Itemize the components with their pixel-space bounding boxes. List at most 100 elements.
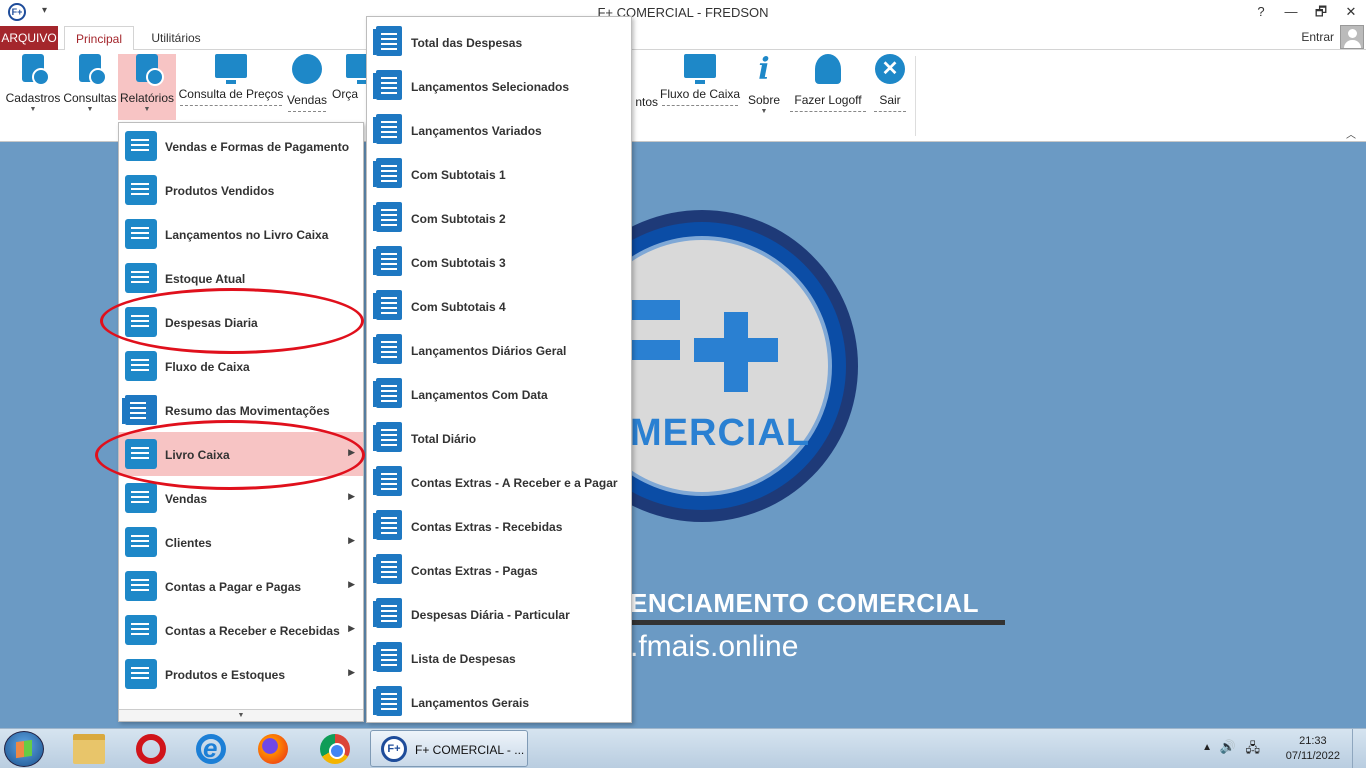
separator-dash xyxy=(288,111,326,112)
menu-item-label: Lançamentos no Livro Caixa xyxy=(165,228,329,242)
fazer-logoff-button[interactable]: Fazer Logoff xyxy=(788,54,868,120)
network-icon[interactable]: 🖧 xyxy=(1246,739,1261,761)
orcamentos-button[interactable]: Orça xyxy=(330,54,366,120)
submenu-item[interactable]: Total Diário xyxy=(367,415,631,459)
submenu-item[interactable]: Contas Extras - Pagas xyxy=(367,547,631,591)
submenu-item-label: Lançamentos Selecionados xyxy=(411,80,570,94)
submenu-item[interactable]: Com Subtotais 1 xyxy=(367,151,631,195)
tab-utilitarios[interactable]: Utilitários xyxy=(140,26,212,51)
menu-item-label: Vendas xyxy=(165,492,208,506)
vendas-button[interactable]: Vendas xyxy=(286,54,328,120)
close-circle-icon: ✕ xyxy=(875,54,905,84)
submenu-arrow-icon: ▶ xyxy=(348,623,355,633)
menu-item-vendas[interactable]: Vendas ▶ xyxy=(119,476,363,520)
cash-register-icon xyxy=(125,351,157,381)
submenu-item[interactable]: Lançamentos Variados xyxy=(367,107,631,151)
close-button[interactable]: ✕ xyxy=(1336,2,1366,22)
submenu-item[interactable]: Com Subtotais 3 xyxy=(367,239,631,283)
submenu-item[interactable]: Contas Extras - Recebidas xyxy=(367,503,631,547)
submenu-item[interactable]: Lançamentos Diários Geral xyxy=(367,327,631,371)
volume-icon[interactable]: 🔊 xyxy=(1220,739,1236,755)
submenu-item[interactable]: Despesas Diária - Particular xyxy=(367,591,631,635)
menu-item-vendas-formas-pagamento[interactable]: Vendas e Formas de Pagamento xyxy=(119,124,363,168)
submenu-item[interactable]: Lista de Despesas xyxy=(367,635,631,679)
submenu-item[interactable]: Contas Extras - A Receber e a Pagar xyxy=(367,459,631,503)
submenu-item-label: Total Diário xyxy=(411,432,477,446)
firefox-icon[interactable] xyxy=(258,734,288,764)
cash-register-icon xyxy=(684,54,716,84)
menu-item-produtos-vendidos[interactable]: Produtos Vendidos xyxy=(119,168,363,212)
taskbar-app-fcomercial[interactable]: F+ F+ COMERCIAL - ... xyxy=(370,730,528,767)
restore-button[interactable]: 🗗 xyxy=(1306,2,1336,22)
submenu-item[interactable]: Lançamentos Com Data xyxy=(367,371,631,415)
book-search-icon xyxy=(125,439,157,469)
entrar-link[interactable]: Entrar xyxy=(1301,30,1334,44)
cadastros-label: Cadastros xyxy=(5,91,61,105)
submenu-item[interactable]: Lançamentos Gerais xyxy=(367,679,631,723)
menu-item-contas-receber-recebidas[interactable]: Contas a Receber e Recebidas ▶ xyxy=(119,608,363,652)
file-explorer-icon[interactable] xyxy=(73,734,105,764)
submenu-item[interactable]: Total das Despesas xyxy=(367,19,631,63)
taskbar-app-label: F+ COMERCIAL - ... xyxy=(415,743,525,757)
opera-browser-icon[interactable] xyxy=(136,734,166,764)
menu-item-contas-pagar-pagas[interactable]: Contas a Pagar e Pagas ▶ xyxy=(119,564,363,608)
collapse-ribbon-icon[interactable]: ︿ xyxy=(1346,126,1356,141)
menu-item-livro-caixa[interactable]: Livro Caixa ▶ xyxy=(119,432,363,476)
system-clock[interactable]: 21:33 07/11/2022 xyxy=(1286,734,1340,764)
submenu-item-label: Contas Extras - Pagas xyxy=(411,564,538,578)
consultas-label: Consultas xyxy=(63,91,117,105)
submenu-item[interactable]: Com Subtotais 2 xyxy=(367,195,631,239)
separator-dash xyxy=(180,105,282,106)
tab-arquivo[interactable]: ARQUIVO xyxy=(0,26,58,50)
show-desktop-button[interactable] xyxy=(1352,729,1366,768)
internet-explorer-icon[interactable] xyxy=(196,733,226,764)
consultas-button[interactable]: Consultas ▼ xyxy=(62,54,118,120)
app-logo-icon: F+ xyxy=(381,736,407,762)
list-document-icon xyxy=(373,246,402,276)
submenu-item[interactable]: Lançamentos Selecionados xyxy=(367,63,631,107)
submenu-arrow-icon: ▶ xyxy=(348,491,355,501)
money-bill-icon xyxy=(125,571,157,601)
minimize-button[interactable]: — xyxy=(1276,2,1306,22)
submenu-item[interactable]: Com Subtotais 4 xyxy=(367,283,631,327)
relatorios-button[interactable]: Relatórios ▼ xyxy=(118,54,176,120)
tab-principal[interactable]: Principal xyxy=(64,26,134,51)
list-document-icon xyxy=(373,290,402,320)
box-icon xyxy=(125,659,157,689)
menu-item-produtos-estoques[interactable]: Produtos e Estoques ▶ xyxy=(119,652,363,696)
menu-item-despesas-diaria[interactable]: Despesas Diaria xyxy=(119,300,363,344)
logo-tagline: ENCIAMENTO COMERCIAL xyxy=(630,588,979,618)
livro-caixa-submenu: Total das Despesas Lançamentos Seleciona… xyxy=(366,16,632,723)
logo-url: .fmais.online xyxy=(630,630,799,663)
list-document-icon xyxy=(373,554,402,584)
fazer-logoff-label: Fazer Logoff xyxy=(794,93,862,107)
fluxo-caixa-button[interactable]: Fluxo de Caixa xyxy=(660,54,740,120)
logo-comercial-text: MERCIAL xyxy=(630,412,811,454)
menu-item-fluxo-caixa[interactable]: Fluxo de Caixa xyxy=(119,344,363,388)
list-document-icon xyxy=(373,510,402,540)
cash-register-icon xyxy=(125,615,157,645)
ribbon-separator xyxy=(915,56,916,136)
tray-expand-icon[interactable]: ▲ xyxy=(1202,742,1212,753)
menu-item-resumo-movimentacoes[interactable]: Resumo das Movimentações xyxy=(119,388,363,432)
start-button[interactable] xyxy=(4,731,44,767)
sobre-button[interactable]: i Sobre ▼ xyxy=(744,54,784,120)
submenu-arrow-icon: ▶ xyxy=(348,447,355,457)
consulta-precos-button[interactable]: Consulta de Preços xyxy=(178,54,284,120)
menu-item-lancamentos-livro-caixa[interactable]: Lançamentos no Livro Caixa xyxy=(119,212,363,256)
user-avatar-icon[interactable] xyxy=(1340,25,1364,49)
menu-item-estoque-atual[interactable]: Estoque Atual xyxy=(119,256,363,300)
help-button[interactable]: ? xyxy=(1246,2,1276,22)
fluxo-caixa-label: Fluxo de Caixa xyxy=(660,87,741,101)
chrome-icon[interactable] xyxy=(320,734,350,764)
logo-plus-vertical xyxy=(724,312,748,392)
list-document-icon xyxy=(122,395,157,425)
menu-scroll-down-button[interactable]: ▼ xyxy=(119,709,363,721)
sair-button[interactable]: ✕ Sair xyxy=(872,54,908,120)
menu-item-clientes[interactable]: Clientes ▶ xyxy=(119,520,363,564)
clock-time: 21:33 xyxy=(1299,735,1327,747)
relatorios-label: Relatórios xyxy=(119,91,175,105)
cadastros-button[interactable]: Cadastros ▼ xyxy=(4,54,62,120)
menu-item-label: Clientes xyxy=(165,536,212,550)
ribbon-tabs: ARQUIVO Principal Utilitários Entrar xyxy=(0,24,1366,51)
